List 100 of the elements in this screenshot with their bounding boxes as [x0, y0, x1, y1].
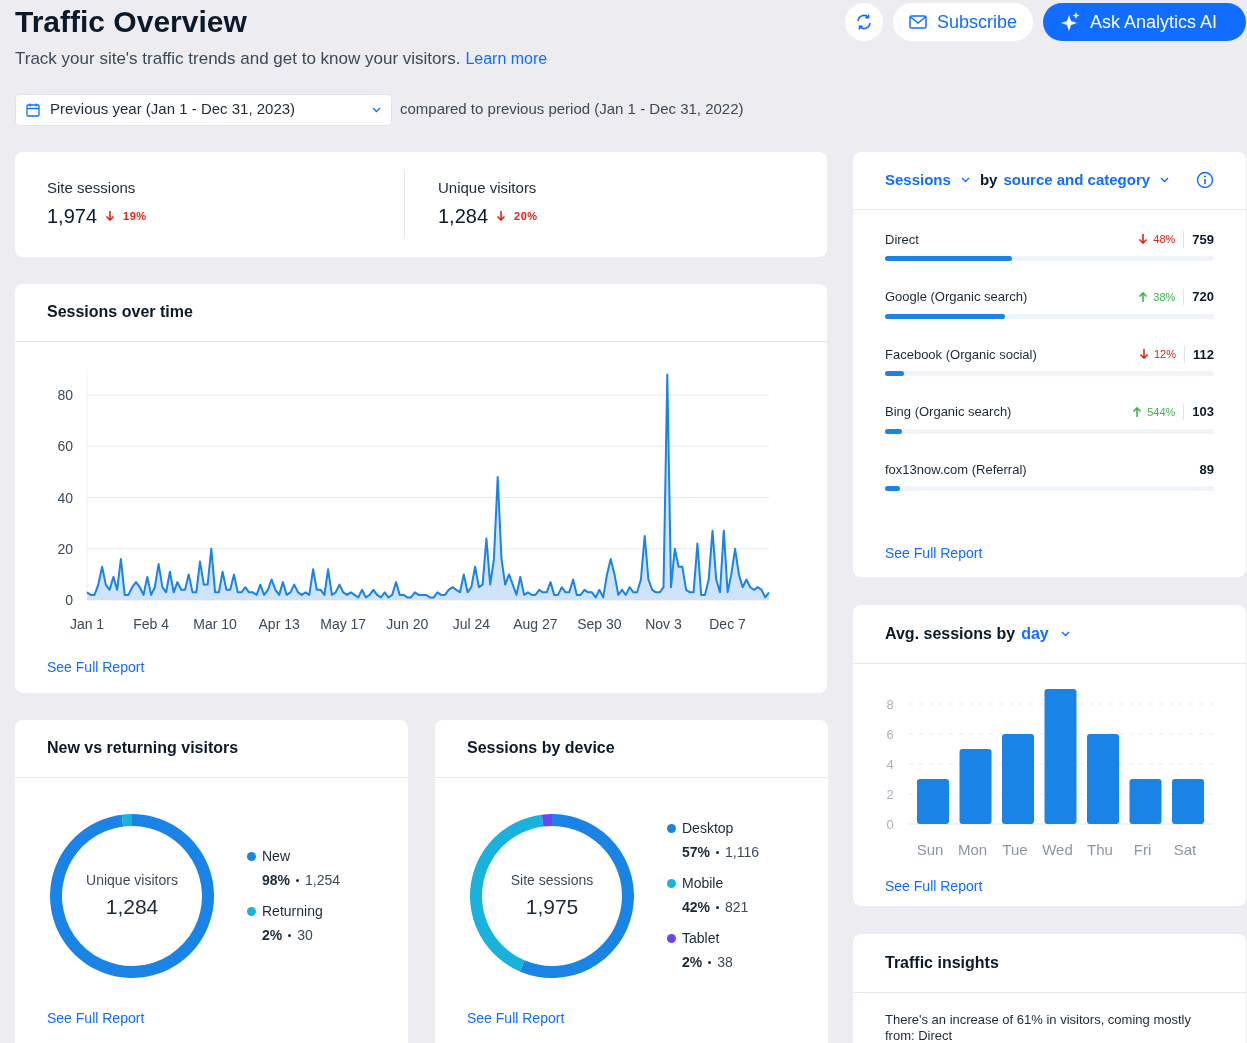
source-label: Bing (Organic search)	[885, 403, 1013, 421]
axis-label: 0	[886, 816, 894, 832]
axis-label: 20	[57, 540, 73, 557]
axis-label: Feb 4	[133, 615, 169, 632]
legend-label: Mobile	[682, 874, 724, 893]
card-title: Sessions over time	[47, 302, 193, 322]
stat-label: Site sessions	[47, 177, 137, 198]
source-change: 544%	[1147, 403, 1185, 420]
axis-label: Sep 30	[577, 615, 622, 632]
axis-label: May 17	[320, 615, 367, 632]
axis-label: Fri	[1133, 840, 1152, 858]
see-full-report-link[interactable]: See Full Report	[47, 1009, 145, 1026]
legend-count: 30	[297, 925, 313, 945]
source-value: 759	[1191, 230, 1214, 249]
refresh-icon	[854, 13, 873, 31]
legend-percent: 2%	[262, 925, 283, 945]
source-change: 38%	[1153, 288, 1185, 305]
see-full-report-link[interactable]: See Full Report	[885, 877, 983, 894]
donut-center-value: 1,284	[105, 894, 159, 918]
axis-label: Jun 20	[386, 615, 429, 632]
stat-change: 19%	[123, 209, 147, 224]
legend-percent: 57%	[682, 843, 711, 862]
axis-label: Nov 3	[645, 615, 682, 632]
source-label: Direct	[885, 230, 920, 249]
metric-dropdown[interactable]: Sessions	[885, 168, 970, 192]
axis-label: Mar 10	[193, 615, 237, 632]
see-full-report-link[interactable]: See Full Report	[467, 1009, 565, 1026]
card-title: Avg. sessions by	[885, 623, 1016, 644]
donut-center-label: Site sessions	[510, 871, 594, 888]
source-value: 720	[1191, 288, 1214, 306]
legend-count: 1,116	[725, 843, 760, 862]
axis-label: 0	[65, 591, 73, 608]
legend-percent: 98%	[262, 870, 291, 890]
axis-label: Wed	[1042, 840, 1073, 858]
page-subtitle: Track your site's traffic trends and get to know your visitors.	[15, 48, 461, 70]
chevron-down-icon	[372, 106, 381, 113]
legend-count: 821	[725, 898, 749, 917]
axis-label: Sun	[916, 840, 944, 858]
stat-change: 20%	[514, 209, 538, 224]
sparkle-icon	[1060, 12, 1080, 32]
source-label: Google (Organic search)	[885, 288, 1029, 306]
info-icon[interactable]	[1196, 171, 1214, 189]
axis-label: 8	[886, 696, 894, 712]
learn-more-link[interactable]: Learn more	[465, 47, 548, 71]
bar	[917, 778, 949, 824]
stat-label: Unique visitors	[438, 177, 538, 198]
subscribe-button[interactable]: Subscribe	[892, 3, 1033, 41]
axis-label: Sat	[1173, 840, 1197, 858]
axis-label: Dec 7	[709, 615, 746, 632]
insight-text: There's an increase of 61% in visitors, coming mostly from: Direct	[884, 1010, 1192, 1043]
axis-label: 6	[886, 726, 894, 742]
date-range-dropdown[interactable]: Previous year (Jan 1 - Dec 31, 2023)	[15, 93, 392, 126]
stat-value: 1,284	[438, 204, 489, 230]
axis-label: 60	[57, 437, 73, 454]
card-title: New vs returning visitors	[47, 738, 239, 758]
ask-ai-button[interactable]: Ask Analytics AI	[1043, 3, 1246, 41]
donut-center-label: Unique visitors	[86, 871, 178, 888]
source-value: 89	[1199, 460, 1214, 479]
see-full-report-link[interactable]: See Full Report	[885, 545, 983, 561]
calendar-icon	[26, 102, 40, 117]
donut-center-value: 1,975	[525, 894, 579, 918]
header-text: by	[979, 169, 998, 190]
page-title: Traffic Overview	[15, 4, 248, 40]
axis-label: Tue	[1002, 840, 1028, 858]
legend-label: Tablet	[682, 929, 720, 948]
chevron-down-icon	[960, 177, 970, 183]
chevron-down-icon	[1060, 630, 1070, 637]
source-label: Facebook (Organic social)	[885, 345, 1038, 364]
axis-label: Aug 27	[513, 615, 558, 632]
legend-percent: 42%	[682, 898, 711, 917]
bar	[1172, 778, 1204, 824]
source-change: 12%	[1154, 346, 1185, 363]
axis-label: 40	[57, 489, 73, 505]
comparison-text: compared to previous period (Jan 1 - Dec 31, 2022)	[400, 99, 744, 120]
legend-label: New	[262, 846, 290, 866]
envelope-icon	[908, 15, 927, 29]
see-full-report-link[interactable]: See Full Report	[47, 658, 145, 675]
card-title: Sessions by device	[467, 738, 615, 758]
stat-value: 1,974	[47, 204, 98, 230]
axis-label: 80	[57, 386, 73, 403]
card-title: Traffic insights	[885, 952, 999, 973]
legend-percent: 2%	[682, 953, 703, 972]
axis-label: 4	[886, 756, 894, 772]
legend-count: 1,254	[305, 870, 341, 890]
source-change: 48%	[1153, 231, 1185, 248]
legend-label: Desktop	[682, 819, 734, 838]
axis-label: Jan 1	[69, 615, 105, 632]
source-value: 103	[1191, 403, 1214, 421]
axis-label: Mon	[957, 840, 988, 858]
axis-label: Apr 13	[258, 615, 300, 632]
source-value: 112	[1192, 345, 1214, 364]
source-label: fox13now.com (Referral)	[885, 460, 1028, 479]
axis-label: Thu	[1087, 840, 1113, 858]
legend-count: 38	[717, 953, 733, 972]
dimension-dropdown[interactable]: source and category	[1003, 168, 1170, 192]
refresh-button[interactable]	[844, 3, 883, 41]
axis-label: Jul 24	[452, 615, 490, 632]
bar	[1129, 778, 1162, 824]
chevron-down-icon	[1160, 177, 1170, 183]
dimension-dropdown[interactable]: day	[1021, 621, 1070, 646]
